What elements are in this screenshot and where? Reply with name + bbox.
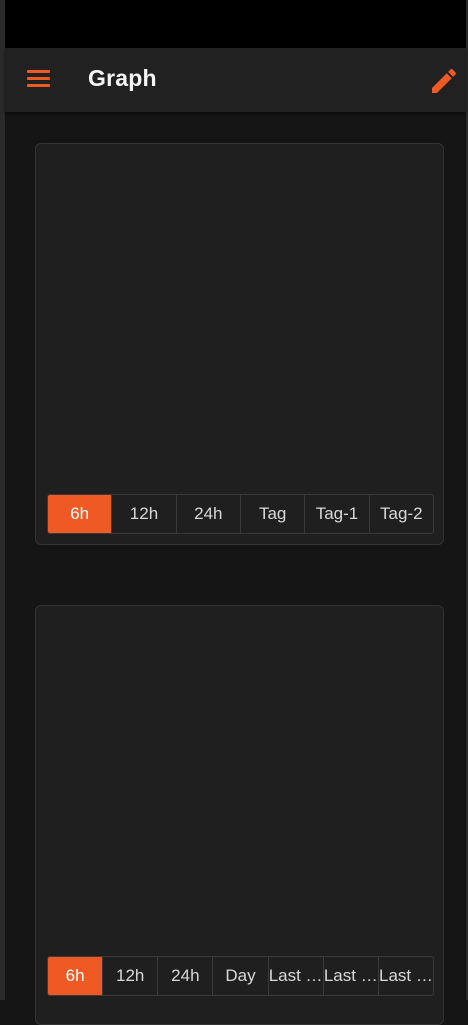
range-option-last-3[interactable]: Last … — [377, 957, 433, 995]
range-option-12h[interactable]: 12h — [111, 495, 175, 533]
app-bar: Graph — [5, 48, 466, 112]
time-range-selector-2: 6h 12h 24h Day Last … Last … Last … — [47, 956, 434, 996]
graph-card-2: 6h 12h 24h Day Last … Last … Last … — [35, 605, 444, 1025]
menu-bar-top — [27, 70, 50, 73]
range-option-6h[interactable]: 6h — [48, 957, 103, 995]
range-option-last-1[interactable]: Last … — [267, 957, 323, 995]
graph-card-1: 6h 12h 24h Tag Tag-1 Tag-2 — [35, 143, 444, 545]
range-option-tag[interactable]: Tag — [239, 495, 304, 533]
pencil-edit-icon[interactable] — [428, 65, 460, 97]
hamburger-menu-icon[interactable] — [18, 64, 58, 96]
left-edge — [0, 0, 5, 1000]
range-option-day[interactable]: Day — [212, 957, 267, 995]
menu-bar-bottom — [27, 84, 50, 87]
range-option-tag-2[interactable]: Tag-2 — [368, 495, 433, 533]
range-option-6h[interactable]: 6h — [48, 495, 112, 533]
app-screen: Graph 6h 12h 24h Tag Tag-1 Tag-2 6h 12h … — [0, 0, 468, 1025]
range-option-last-2[interactable]: Last … — [322, 957, 378, 995]
status-bar — [5, 0, 466, 48]
range-option-24h[interactable]: 24h — [157, 957, 212, 995]
range-option-tag-1[interactable]: Tag-1 — [304, 495, 368, 533]
menu-bar-middle — [27, 77, 50, 80]
range-option-24h[interactable]: 24h — [175, 495, 240, 533]
pencil-edit-icon-svg — [432, 68, 457, 93]
time-range-selector-1: 6h 12h 24h Tag Tag-1 Tag-2 — [47, 494, 434, 534]
page-title: Graph — [88, 65, 157, 91]
range-option-12h[interactable]: 12h — [102, 957, 157, 995]
